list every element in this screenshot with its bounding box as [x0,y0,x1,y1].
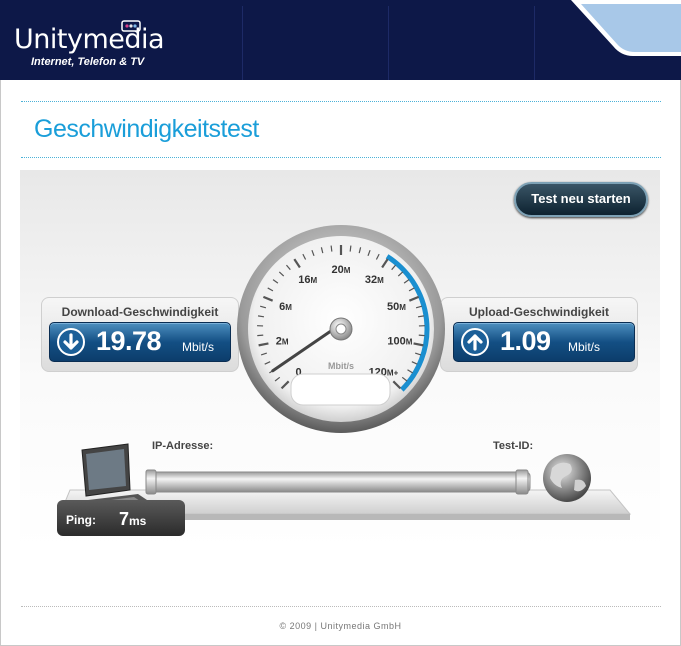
gauge-readout-window [290,373,391,406]
upload-value: 1.09 [500,326,551,356]
download-unit: Mbit/s [182,340,215,354]
header-divider [534,6,535,80]
download-label: Download-Geschwindigkeit [61,305,219,319]
ping-number: 7 [119,509,130,529]
tube-end-right [515,469,529,495]
page-title: Geschwindigkeitstest [34,115,259,143]
header-corner-decoration [571,0,681,56]
upload-speed-box: Upload-Geschwindigkeit 1.09 Mbit/s [440,297,638,372]
brand-logo[interactable]: Unitymedia [14,24,165,55]
download-display: 19.78 Mbit/s [49,322,231,362]
gauge-hub-center [335,323,347,335]
chat-bubble-icon [121,20,141,34]
gauge-scale-label: 32M [365,274,384,286]
divider [21,157,661,158]
tube-end-left [145,469,157,495]
ping-unit: ms [129,514,147,528]
globe-icon [543,454,591,502]
gauge-tick [330,245,333,252]
upload-display: 1.09 Mbit/s [453,322,635,362]
header-divider [388,6,389,80]
divider [21,101,661,102]
speed-gauge: 02M6M16M20M32M50M100M120M+ Mbit/s [237,225,445,433]
gauge-scale-label: 2M [276,336,289,348]
gauge-unit-label: Mbit/s [328,361,354,371]
gauge-tick [349,245,352,252]
gauge-scale-label: 100M [387,336,412,348]
upload-label: Upload-Geschwindigkeit [468,305,609,319]
gauge-scale-label: 20M [332,264,351,276]
ping-box: Ping: 7ms [57,500,185,536]
gauge-scale-label: 50M [387,301,406,313]
test-id-label: Test-ID: [493,440,534,452]
footer-divider [21,606,661,607]
restart-test-button[interactable]: Test neu starten [514,182,648,217]
download-speed-box: Download-Geschwindigkeit 19.78 Mbit/s [41,297,239,372]
upload-unit: Mbit/s [568,340,601,354]
brand-tagline: Internet, Telefon & TV [31,56,145,68]
arrow-up-icon [461,328,489,356]
connection-tube [149,471,531,493]
ip-address-label: IP-Adresse: [152,440,214,452]
header-divider [242,6,243,80]
download-value: 19.78 [96,326,162,356]
footer-copyright: © 2009 | Unitymedia GmbH [279,621,402,631]
arrow-down-icon [57,328,85,356]
gauge-scale-label: 16M [298,274,317,286]
site-header: Unitymedia Internet, Telefon & TV [0,0,681,80]
gauge-scale-label: 6M [279,301,292,313]
ping-value: 7ms [119,509,146,530]
ping-label: Ping: [66,513,96,527]
